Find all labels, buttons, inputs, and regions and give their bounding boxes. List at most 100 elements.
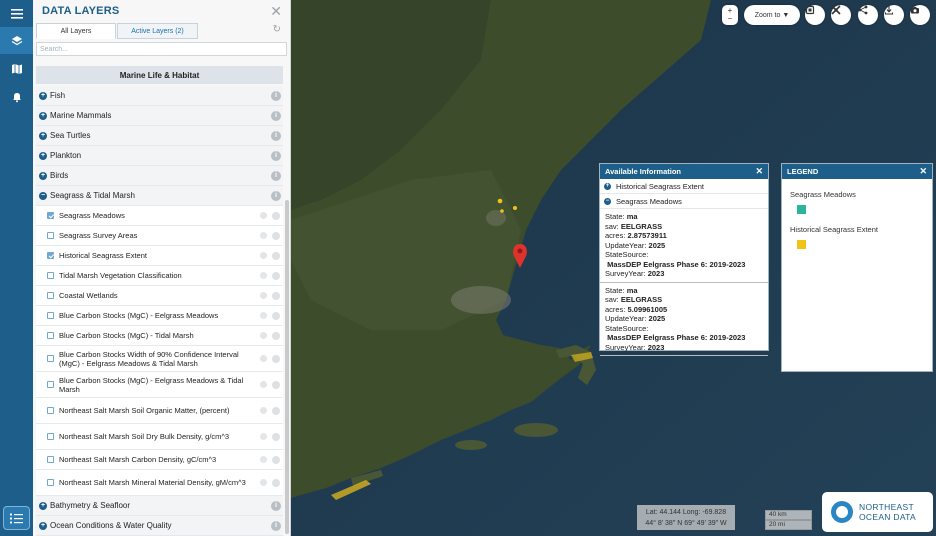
layers-icon[interactable] (0, 27, 33, 54)
section-header: Marine Life & Habitat (36, 66, 283, 84)
info-icon[interactable] (272, 291, 280, 300)
info-row-meadows[interactable]: − Seagrass Meadows (600, 194, 768, 209)
layer-item[interactable]: Tidal Marsh Vegetation Classification (36, 266, 283, 286)
visibility-icon[interactable] (260, 332, 267, 339)
layer-group[interactable]: + Marine Mammals i (36, 106, 283, 126)
info-icon[interactable] (272, 331, 280, 340)
plus-icon: + (39, 111, 47, 120)
tab-active-layers[interactable]: Active Layers (2) (117, 23, 198, 39)
zoom-to-dropdown[interactable]: Zoom to ▼ (744, 5, 800, 25)
visibility-icon[interactable] (260, 407, 267, 414)
info-icon[interactable] (272, 432, 280, 441)
legend-title: LEGEND (787, 167, 819, 176)
visibility-icon[interactable] (260, 292, 267, 299)
layer-checkbox[interactable] (47, 212, 54, 219)
info-icon[interactable] (272, 231, 280, 240)
layer-checkbox[interactable] (47, 407, 54, 414)
search-input[interactable] (36, 42, 287, 56)
layer-checkbox[interactable] (47, 292, 54, 299)
layer-tabs: All Layers Active Layers (2) (36, 23, 276, 39)
visibility-icon[interactable] (260, 433, 267, 440)
bell-icon[interactable] (0, 83, 33, 110)
layer-stack-icon[interactable] (805, 5, 825, 25)
info-icon[interactable] (272, 354, 280, 363)
northeast-ocean-data-logo[interactable]: NORTHEAST OCEAN DATA (822, 492, 933, 532)
layer-checkbox[interactable] (47, 355, 54, 362)
layer-checkbox[interactable] (47, 433, 54, 440)
info-icon[interactable] (272, 211, 280, 220)
layer-item[interactable]: Northeast Salt Marsh Carbon Density, gC/… (36, 450, 283, 470)
layer-group[interactable]: + Plankton i (36, 146, 283, 166)
legend-label: Historical Seagrass Extent (790, 225, 878, 234)
layer-checkbox[interactable] (47, 381, 54, 388)
layer-checkbox[interactable] (47, 479, 54, 486)
layer-group[interactable]: + Fish i (36, 86, 283, 106)
visibility-icon[interactable] (260, 252, 267, 259)
info-icon[interactable]: i (271, 130, 281, 141)
close-icon[interactable]: ✕ (270, 3, 282, 20)
info-icon[interactable]: i (271, 190, 281, 201)
tools-icon[interactable] (831, 5, 851, 25)
layer-group[interactable]: + Sea Turtles i (36, 126, 283, 146)
zoom-out-button[interactable]: − (728, 15, 733, 23)
info-icon[interactable]: i (271, 170, 281, 181)
layer-item[interactable]: Historical Seagrass Extent (36, 246, 283, 266)
info-icon[interactable] (272, 406, 280, 415)
layer-checkbox[interactable] (47, 252, 54, 259)
layer-group[interactable]: − Seagrass & Tidal Marsh i (36, 186, 283, 206)
plus-icon: + (604, 182, 611, 190)
close-icon[interactable]: ✕ (755, 166, 763, 177)
download-icon[interactable] (884, 5, 904, 25)
tab-all-layers[interactable]: All Layers (36, 23, 116, 39)
icon-rail (0, 0, 33, 536)
layer-checkbox[interactable] (47, 312, 54, 319)
visibility-icon[interactable] (260, 232, 267, 239)
visibility-icon[interactable] (260, 381, 267, 388)
zoom-buttons[interactable]: + − (722, 5, 738, 25)
info-icon[interactable]: i (271, 520, 281, 531)
share-icon[interactable] (858, 5, 878, 25)
layer-item[interactable]: Blue Carbon Stocks (MgC) - Tidal Marsh (36, 326, 283, 346)
layer-checkbox[interactable] (47, 272, 54, 279)
layer-item[interactable]: Blue Carbon Stocks (MgC) - Eelgrass Mead… (36, 306, 283, 326)
visibility-icon[interactable] (260, 312, 267, 319)
layer-item[interactable]: Northeast Salt Marsh Soil Dry Bulk Densi… (36, 424, 283, 450)
visibility-icon[interactable] (260, 212, 267, 219)
layer-group[interactable]: + Ocean Conditions & Water Quality i (36, 516, 283, 536)
info-icon[interactable]: i (271, 500, 281, 511)
info-icon[interactable] (272, 380, 280, 389)
layer-item[interactable]: Blue Carbon Stocks Width of 90% Confiden… (36, 346, 283, 372)
info-row-historical[interactable]: + Historical Seagrass Extent (600, 179, 768, 194)
refresh-icon[interactable]: ↻ (273, 24, 281, 35)
layer-checkbox[interactable] (47, 332, 54, 339)
layer-item[interactable]: Seagrass Survey Areas (36, 226, 283, 246)
scrollbar[interactable] (285, 200, 289, 534)
layer-item[interactable]: Seagrass Meadows (36, 206, 283, 226)
close-icon[interactable]: ✕ (919, 166, 927, 177)
visibility-icon[interactable] (260, 479, 267, 486)
info-icon[interactable]: i (271, 110, 281, 121)
layer-item[interactable]: Northeast Salt Marsh Soil Organic Matter… (36, 398, 283, 424)
layer-group[interactable]: + Birds i (36, 166, 283, 186)
visibility-icon[interactable] (260, 272, 267, 279)
visibility-icon[interactable] (260, 355, 267, 362)
layer-checkbox[interactable] (47, 232, 54, 239)
info-icon[interactable] (272, 311, 280, 320)
layer-item[interactable]: Northeast Salt Marsh Mineral Material De… (36, 470, 283, 496)
layer-item[interactable]: Coastal Wetlands (36, 286, 283, 306)
camera-icon[interactable] (910, 5, 930, 25)
checklist-icon[interactable] (3, 506, 30, 530)
info-icon[interactable] (272, 271, 280, 280)
visibility-icon[interactable] (260, 456, 267, 463)
available-information-popup: Available Information ✕ + Historical Sea… (599, 163, 769, 356)
info-icon[interactable]: i (271, 150, 281, 161)
hamburger-icon[interactable] (0, 0, 33, 27)
layer-group[interactable]: + Bathymetry & Seafloor i (36, 496, 283, 516)
layer-item[interactable]: Blue Carbon Stocks (MgC) - Eelgrass Mead… (36, 372, 283, 398)
info-icon[interactable] (272, 478, 280, 487)
map-icon[interactable] (0, 55, 33, 82)
info-icon[interactable] (272, 455, 280, 464)
info-icon[interactable]: i (271, 90, 281, 101)
info-icon[interactable] (272, 251, 280, 260)
layer-checkbox[interactable] (47, 456, 54, 463)
